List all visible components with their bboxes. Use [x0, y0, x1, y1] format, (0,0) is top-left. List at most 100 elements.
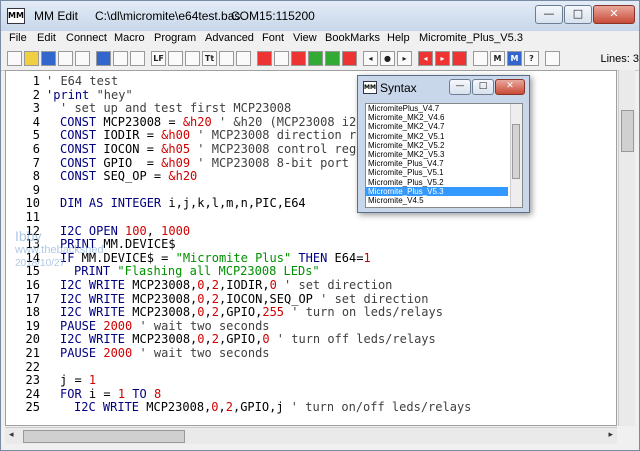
- code-line[interactable]: 21 PAUSE 2000 ' wait two seconds: [6, 346, 270, 360]
- code-token: 2: [225, 400, 233, 415]
- line-number: 7: [32, 155, 40, 170]
- code-token: IODIR =: [96, 128, 162, 143]
- menu-program[interactable]: Program: [154, 32, 196, 44]
- vertical-scrollbar[interactable]: [618, 70, 635, 426]
- indent-icon[interactable]: [130, 51, 145, 66]
- syntax-close-button[interactable]: ✕: [495, 79, 525, 95]
- horizontal-scroll-thumb[interactable]: [23, 430, 185, 443]
- code-line[interactable]: 8 CONST SEQ_OP = &h20: [6, 169, 198, 183]
- menu-macro[interactable]: Macro: [114, 32, 145, 44]
- syntax-list-item[interactable]: Micromite_Plus_V5.1: [366, 168, 508, 177]
- run-icon[interactable]: [291, 51, 306, 66]
- align-icon[interactable]: [219, 51, 234, 66]
- scroll-left-icon[interactable]: ◂: [9, 430, 14, 440]
- code-line[interactable]: 20 I2C WRITE MCP23008,0,2,GPIO,0 ' turn o…: [6, 332, 436, 346]
- run-person-icon[interactable]: [545, 51, 560, 66]
- menu-advanced[interactable]: Advanced: [205, 32, 254, 44]
- line-number: 23: [25, 373, 40, 388]
- code-line[interactable]: 1 ' E64 test: [6, 74, 118, 88]
- syntax-scroll-thumb[interactable]: [512, 124, 520, 179]
- close-button[interactable]: ✕: [593, 5, 635, 24]
- menu-font[interactable]: Font: [262, 32, 284, 44]
- dot-icon[interactable]: ●: [380, 51, 395, 66]
- menu-view[interactable]: View: [293, 32, 317, 44]
- code-line[interactable]: 3 ' set up and test first MCP23008: [6, 101, 291, 115]
- line-number: 1: [32, 74, 40, 88]
- bookmark-icon[interactable]: [168, 51, 183, 66]
- comment-icon[interactable]: [257, 51, 272, 66]
- menu-bookmarks[interactable]: BookMarks: [325, 32, 380, 44]
- build-icon[interactable]: [308, 51, 323, 66]
- maximize-button[interactable]: □: [564, 5, 592, 24]
- search-icon[interactable]: [75, 51, 90, 66]
- syntax-list-item[interactable]: Micromite_MK2_V5.2: [366, 141, 508, 150]
- scroll-right-icon[interactable]: ▸: [608, 430, 613, 440]
- code-line[interactable]: 16 I2C WRITE MCP23008,0,2,IODIR,0 ' set d…: [6, 278, 393, 292]
- open-icon[interactable]: [24, 51, 39, 66]
- code-token: 0: [262, 332, 270, 347]
- tab-icon[interactable]: [185, 51, 200, 66]
- code-line[interactable]: 4 CONST MCP23008 = &h20 ' &h20 (MCP23008 …: [6, 115, 364, 129]
- menu-syntax-version[interactable]: Micromite_Plus_V5.3: [419, 32, 523, 44]
- code-line[interactable]: 18 I2C WRITE MCP23008,0,2,GPIO,255 ' turn…: [6, 305, 443, 319]
- menu-help[interactable]: Help: [387, 32, 410, 44]
- code-line[interactable]: 24 FOR i = 1 TO 8: [6, 387, 162, 401]
- bug-icon[interactable]: [452, 51, 467, 66]
- syntax-minimize-button[interactable]: —: [449, 79, 471, 95]
- code-line[interactable]: 10 DIM AS INTEGER i,j,k,l,m,n,PIC,E64: [6, 196, 306, 210]
- new-file-icon[interactable]: [7, 51, 22, 66]
- syntax-list-item[interactable]: Micromite_MK2_V5.1: [366, 132, 508, 141]
- code-line[interactable]: 6 CONST IOCON = &h05 ' MCP23008 control r…: [6, 142, 364, 156]
- code-line[interactable]: 25 I2C WRITE MCP23008,0,2,GPIO,j ' turn o…: [6, 400, 472, 414]
- menu-file[interactable]: File: [9, 32, 27, 44]
- code-line[interactable]: 19 PAUSE 2000 ' wait two seconds: [6, 319, 270, 333]
- prev-icon[interactable]: ◂: [418, 51, 433, 66]
- code-text: PAUSE 2000 ' wait two seconds: [60, 319, 270, 333]
- save-icon[interactable]: [41, 51, 56, 66]
- vertical-scroll-thumb[interactable]: [621, 110, 634, 152]
- code-line[interactable]: 23 j = 1: [6, 373, 97, 388]
- text-icon[interactable]: Tt: [202, 51, 217, 66]
- code-line[interactable]: 22: [6, 360, 40, 374]
- code-line[interactable]: 5 CONST IODIR = &h00 ' MCP23008 direction…: [6, 128, 364, 142]
- code-token: TO: [125, 386, 147, 401]
- code-line[interactable]: 11: [6, 210, 40, 224]
- syntax-list-item[interactable]: Micromite_Plus_V5.2: [366, 178, 508, 187]
- lf-icon[interactable]: LF: [151, 51, 166, 66]
- extra-icon[interactable]: ?: [524, 51, 539, 66]
- next-icon[interactable]: ▸: [435, 51, 450, 66]
- title-bar[interactable]: MM MM Edit C:\dl\micromite\e64test.bas C…: [1, 1, 639, 31]
- code-line[interactable]: 9: [6, 183, 40, 197]
- mode-icon[interactable]: [473, 51, 488, 66]
- menu-edit[interactable]: Edit: [37, 32, 56, 44]
- syntax-listbox[interactable]: MicromitePlus_V4.7 Micromite_MK2_V4.6 Micr…: [365, 103, 523, 208]
- syntax-maximize-button[interactable]: □: [472, 79, 494, 95]
- left-icon[interactable]: ◂: [363, 51, 378, 66]
- stop-icon[interactable]: [325, 51, 340, 66]
- paste-icon[interactable]: [113, 51, 128, 66]
- syntax-list-item[interactable]: Micromite_Plus_V5.3: [366, 186, 508, 196]
- code-line[interactable]: 2 'print "hey": [6, 88, 133, 102]
- format-icon[interactable]: [236, 51, 251, 66]
- syntax-scrollbar[interactable]: [510, 104, 522, 207]
- code-token: ,GPIO,: [218, 332, 263, 347]
- tag-icon[interactable]: [342, 51, 357, 66]
- delete-icon[interactable]: [274, 51, 289, 66]
- help-icon[interactable]: M: [507, 51, 522, 66]
- minimize-button[interactable]: —: [535, 5, 563, 24]
- copy-icon[interactable]: [96, 51, 111, 66]
- right-icon[interactable]: ▸: [397, 51, 412, 66]
- syntax-list-item[interactable]: Micromite_V4.5: [366, 196, 508, 205]
- syntax-list-item[interactable]: Micromite_MK2_V4.6: [366, 113, 508, 122]
- menu-connect[interactable]: Connect: [66, 32, 107, 44]
- syntax-list-item[interactable]: Micromite_Plus_V4.7: [366, 159, 508, 168]
- code-line[interactable]: 7 CONST GPIO = &h09 ' MCP23008 8-bit port…: [6, 155, 364, 170]
- syntax-list-item[interactable]: MicromitePlus_V4.7: [366, 104, 508, 113]
- print-icon[interactable]: [58, 51, 73, 66]
- horizontal-scrollbar[interactable]: ◂ ▸: [5, 427, 617, 444]
- syntax-list-item[interactable]: Micromite_MK2_V5.3: [366, 150, 508, 159]
- code-line[interactable]: 17 I2C WRITE MCP23008,0,2,IOCON,SEQ_OP ' …: [6, 292, 429, 306]
- syntax-list-item[interactable]: Micromite_MK2_V4.7: [366, 122, 508, 131]
- m-icon[interactable]: M: [490, 51, 505, 66]
- code-token: 0: [197, 305, 205, 320]
